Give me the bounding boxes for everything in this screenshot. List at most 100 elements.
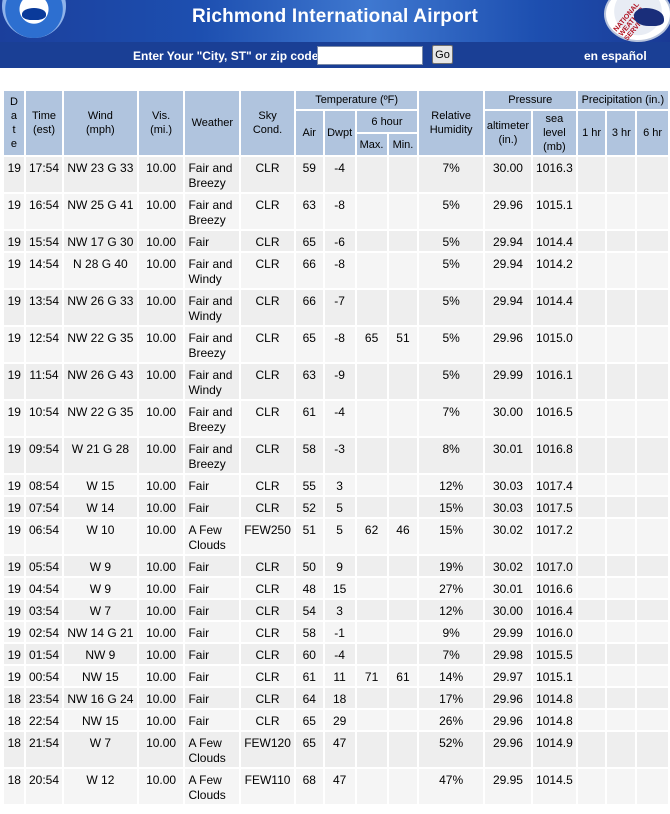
cell-wind: NW 26 G 33 bbox=[64, 290, 137, 325]
cell-sealevel: 1017.0 bbox=[533, 556, 576, 576]
cell-humidity: 19% bbox=[419, 556, 483, 576]
cell-min bbox=[388, 556, 418, 576]
cell-sealevel: 1014.8 bbox=[533, 688, 576, 708]
cell-dwpt: 5 bbox=[324, 497, 355, 517]
col-header-altimeter: altimeter (in.) bbox=[484, 111, 532, 155]
cell-sky: CLR bbox=[241, 157, 294, 192]
cell-date: 18 bbox=[4, 732, 24, 767]
cell-sealevel: 1016.8 bbox=[533, 438, 576, 473]
cell-time: 06:54 bbox=[25, 519, 62, 554]
table-row: 19 09:54 W 21 G 28 10.00 Fair and Breezy CLR 58… bbox=[4, 438, 668, 473]
cell-vis: 10.00 bbox=[138, 644, 184, 664]
observations-table: Date Time (est) Wind (mph) Vis. (mi.) Weath… bbox=[2, 89, 670, 806]
cell-p1 bbox=[577, 194, 606, 229]
cell-humidity: 5% bbox=[419, 253, 483, 288]
cell-air: 48 bbox=[295, 578, 323, 598]
table-row: 19 13:54 NW 26 G 33 10.00 Fair and Windy CLR 66… bbox=[4, 290, 668, 325]
cell-p3 bbox=[607, 710, 636, 730]
cell-altimeter: 30.03 bbox=[484, 475, 532, 495]
col-header-pressure: Pressure bbox=[484, 91, 576, 109]
cell-weather: Fair bbox=[185, 644, 240, 664]
cell-p6 bbox=[637, 666, 668, 686]
cell-p6 bbox=[637, 622, 668, 642]
col-header-dewpoint: Dwpt bbox=[324, 111, 355, 155]
table-row: 19 14:54 N 28 G 40 10.00 Fair and Windy CLR 66-… bbox=[4, 253, 668, 288]
cell-min bbox=[388, 157, 418, 192]
cell-p1 bbox=[577, 666, 606, 686]
cell-date: 19 bbox=[4, 157, 24, 192]
cell-humidity: 12% bbox=[419, 475, 483, 495]
cell-date: 19 bbox=[4, 666, 24, 686]
cell-dwpt: 18 bbox=[324, 688, 355, 708]
cell-humidity: 47% bbox=[419, 769, 483, 804]
cell-wind: W 14 bbox=[64, 497, 137, 517]
cell-humidity: 5% bbox=[419, 231, 483, 251]
table-row: 19 03:54 W 7 10.00 Fair CLR 54 3 12% 30.00 1016.4 bbox=[4, 600, 668, 620]
cell-sky: CLR bbox=[241, 688, 294, 708]
cell-dwpt: 11 bbox=[324, 666, 355, 686]
cell-weather: Fair bbox=[185, 578, 240, 598]
cell-max bbox=[356, 290, 387, 325]
cell-max bbox=[356, 157, 387, 192]
cell-air: 63 bbox=[295, 194, 323, 229]
table-row: 19 12:54 NW 22 G 35 10.00 Fair and Breezy CLR 6… bbox=[4, 327, 668, 362]
cell-weather: Fair bbox=[185, 497, 240, 517]
cell-vis: 10.00 bbox=[138, 578, 184, 598]
cell-p3 bbox=[607, 194, 636, 229]
search-prompt-label: Enter Your "City, ST" or zip code bbox=[133, 49, 319, 63]
go-button[interactable]: Go bbox=[432, 45, 453, 64]
cell-p3 bbox=[607, 327, 636, 362]
cell-sky: CLR bbox=[241, 194, 294, 229]
cell-wind: W 15 bbox=[64, 475, 137, 495]
cell-humidity: 12% bbox=[419, 600, 483, 620]
cell-min: 61 bbox=[388, 666, 418, 686]
cell-time: 22:54 bbox=[25, 710, 62, 730]
cell-weather: Fair bbox=[185, 710, 240, 730]
spanish-link[interactable]: en español bbox=[584, 49, 647, 63]
cell-p1 bbox=[577, 519, 606, 554]
cell-p6 bbox=[637, 157, 668, 192]
cell-p1 bbox=[577, 253, 606, 288]
cell-air: 63 bbox=[295, 364, 323, 399]
cell-altimeter: 30.01 bbox=[484, 578, 532, 598]
cell-altimeter: 29.94 bbox=[484, 231, 532, 251]
cell-sealevel: 1016.0 bbox=[533, 622, 576, 642]
cell-date: 18 bbox=[4, 769, 24, 804]
cell-p3 bbox=[607, 253, 636, 288]
cell-vis: 10.00 bbox=[138, 438, 184, 473]
cell-p1 bbox=[577, 710, 606, 730]
cell-sealevel: 1014.8 bbox=[533, 710, 576, 730]
table-row: 19 06:54 W 10 10.00 A Few Clouds FEW250 51 5 62 46… bbox=[4, 519, 668, 554]
cell-min: 46 bbox=[388, 519, 418, 554]
cell-min bbox=[388, 578, 418, 598]
location-search-input[interactable] bbox=[317, 46, 423, 65]
cell-wind: NW 14 G 21 bbox=[64, 622, 137, 642]
cell-max bbox=[356, 438, 387, 473]
cell-sky: CLR bbox=[241, 497, 294, 517]
cell-air: 58 bbox=[295, 438, 323, 473]
nws-logo-icon[interactable]: NATIONAL WEATHER SERVICE bbox=[604, 0, 670, 42]
cell-p3 bbox=[607, 600, 636, 620]
cell-p6 bbox=[637, 644, 668, 664]
cell-p3 bbox=[607, 231, 636, 251]
col-header-sea-level: sea level (mb) bbox=[533, 111, 576, 155]
cell-dwpt: -8 bbox=[324, 253, 355, 288]
cell-sky: FEW120 bbox=[241, 732, 294, 767]
cell-time: 16:54 bbox=[25, 194, 62, 229]
cell-weather: Fair bbox=[185, 475, 240, 495]
cell-date: 19 bbox=[4, 231, 24, 251]
cell-wind: W 7 bbox=[64, 732, 137, 767]
cell-dwpt: -8 bbox=[324, 327, 355, 362]
cell-air: 65 bbox=[295, 327, 323, 362]
col-header-six-hour: 6 hour bbox=[356, 111, 418, 132]
cell-date: 19 bbox=[4, 556, 24, 576]
cell-p3 bbox=[607, 438, 636, 473]
cell-p6 bbox=[637, 710, 668, 730]
cell-time: 10:54 bbox=[25, 401, 62, 436]
table-row: 19 00:54 NW 15 10.00 Fair CLR 61 11 71 61 14% 29.97… bbox=[4, 666, 668, 686]
cell-p3 bbox=[607, 556, 636, 576]
cell-min bbox=[388, 688, 418, 708]
table-row: 19 17:54 NW 23 G 33 10.00 Fair and Breezy CLR 5… bbox=[4, 157, 668, 192]
cell-time: 12:54 bbox=[25, 327, 62, 362]
cell-vis: 10.00 bbox=[138, 157, 184, 192]
